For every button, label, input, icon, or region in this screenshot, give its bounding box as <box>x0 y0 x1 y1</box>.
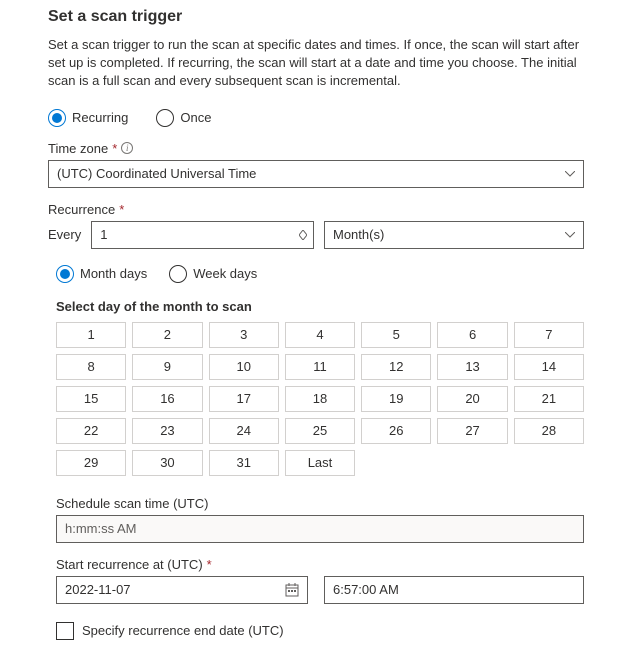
radio-selected-icon <box>48 109 66 127</box>
week-days-radio[interactable]: Week days <box>169 265 257 283</box>
day-cell[interactable]: 22 <box>56 418 126 444</box>
every-value: 1 <box>100 227 107 242</box>
day-cell[interactable]: 30 <box>132 450 202 476</box>
recurring-radio-label: Recurring <box>72 110 128 125</box>
trigger-type-radio-group: Recurring Once <box>48 109 584 127</box>
week-days-label: Week days <box>193 266 257 281</box>
schedule-time-placeholder: h:mm:ss AM <box>65 521 137 536</box>
day-cell[interactable]: 14 <box>514 354 584 380</box>
day-cell[interactable]: 19 <box>361 386 431 412</box>
day-cell[interactable]: 25 <box>285 418 355 444</box>
day-cell[interactable]: 7 <box>514 322 584 348</box>
day-cell[interactable]: 24 <box>209 418 279 444</box>
end-date-label: Specify recurrence end date (UTC) <box>82 623 284 638</box>
once-radio[interactable]: Once <box>156 109 211 127</box>
day-grid-heading: Select day of the month to scan <box>56 299 584 314</box>
day-type-radio-group: Month days Week days <box>56 265 584 283</box>
day-cell[interactable]: 20 <box>437 386 507 412</box>
chevron-down-icon <box>565 232 575 238</box>
recurrence-label: Recurrence* <box>48 202 584 217</box>
timezone-label: Time zone* i <box>48 141 584 156</box>
day-cell[interactable]: 6 <box>437 322 507 348</box>
day-cell[interactable]: 27 <box>437 418 507 444</box>
spinner-down-icon[interactable] <box>299 235 307 240</box>
page-title: Set a scan trigger <box>48 8 584 26</box>
day-cell[interactable]: 31 <box>209 450 279 476</box>
day-cell[interactable]: 3 <box>209 322 279 348</box>
schedule-time-label: Schedule scan time (UTC) <box>56 496 584 511</box>
day-grid: 1234567891011121314151617181920212223242… <box>56 322 584 476</box>
day-cell[interactable]: Last <box>285 450 355 476</box>
day-cell[interactable]: 13 <box>437 354 507 380</box>
day-cell[interactable]: 21 <box>514 386 584 412</box>
start-date-value: 2022-11-07 <box>65 582 131 597</box>
day-cell[interactable]: 9 <box>132 354 202 380</box>
recurrence-unit-select[interactable]: Month(s) <box>324 221 584 249</box>
schedule-time-input[interactable]: h:mm:ss AM <box>56 515 584 543</box>
day-cell[interactable]: 8 <box>56 354 126 380</box>
recurring-radio[interactable]: Recurring <box>48 109 128 127</box>
day-cell[interactable]: 28 <box>514 418 584 444</box>
radio-unselected-icon <box>156 109 174 127</box>
radio-selected-icon <box>56 265 74 283</box>
day-cell[interactable]: 4 <box>285 322 355 348</box>
calendar-icon[interactable] <box>285 583 299 597</box>
month-days-label: Month days <box>80 266 147 281</box>
every-label: Every <box>48 227 81 242</box>
start-date-input[interactable]: 2022-11-07 <box>56 576 308 604</box>
recurrence-unit-value: Month(s) <box>333 227 384 242</box>
day-cell[interactable]: 23 <box>132 418 202 444</box>
day-cell[interactable]: 26 <box>361 418 431 444</box>
month-days-radio[interactable]: Month days <box>56 265 147 283</box>
page-description: Set a scan trigger to run the scan at sp… <box>48 36 584 91</box>
day-cell[interactable]: 1 <box>56 322 126 348</box>
day-cell[interactable]: 12 <box>361 354 431 380</box>
start-time-input[interactable]: 6:57:00 AM <box>324 576 584 604</box>
radio-unselected-icon <box>169 265 187 283</box>
timezone-select[interactable]: (UTC) Coordinated Universal Time <box>48 160 584 188</box>
start-time-value: 6:57:00 AM <box>333 582 399 597</box>
every-value-input[interactable]: 1 <box>91 221 314 249</box>
day-cell[interactable]: 29 <box>56 450 126 476</box>
timezone-value: (UTC) Coordinated Universal Time <box>57 166 256 181</box>
info-icon[interactable]: i <box>121 142 133 154</box>
day-cell[interactable]: 18 <box>285 386 355 412</box>
chevron-down-icon <box>565 171 575 177</box>
day-cell[interactable]: 17 <box>209 386 279 412</box>
day-cell[interactable]: 15 <box>56 386 126 412</box>
start-recurrence-label: Start recurrence at (UTC)* <box>56 557 584 572</box>
day-cell[interactable]: 11 <box>285 354 355 380</box>
day-cell[interactable]: 10 <box>209 354 279 380</box>
end-date-checkbox[interactable] <box>56 622 74 640</box>
day-cell[interactable]: 5 <box>361 322 431 348</box>
day-cell[interactable]: 2 <box>132 322 202 348</box>
once-radio-label: Once <box>180 110 211 125</box>
day-cell[interactable]: 16 <box>132 386 202 412</box>
